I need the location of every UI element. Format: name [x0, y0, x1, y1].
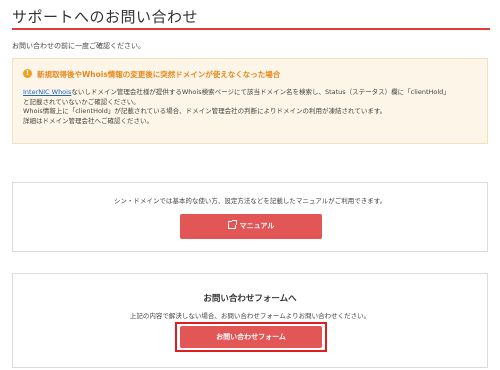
- internic-whois-link[interactable]: InterNIC Whois: [23, 88, 71, 96]
- manual-button[interactable]: マニュアル: [180, 214, 322, 239]
- inquiry-heading: お問い合わせフォームへ: [203, 294, 297, 304]
- exclamation-icon: !: [23, 69, 32, 78]
- manual-description: シン・ドメインでは基本的な使い方、設定方法などを記載したマニュアルがご利用できま…: [113, 197, 387, 205]
- notice-line-1-text: ないしドメイン管理会社様が提供するWhois検索ページにて該当ドメイン名を検索し…: [71, 88, 450, 96]
- notice-line-1: InterNIC Whoisないしドメイン管理会社様が提供するWhois検索ペー…: [23, 88, 483, 98]
- manual-card: シン・ドメインでは基本的な使い方、設定方法などを記載したマニュアルがご利用できま…: [12, 182, 488, 252]
- inquiry-form-button[interactable]: お問い合わせフォーム: [180, 326, 322, 348]
- page-title: サポートへのお問い合わせ: [12, 8, 199, 26]
- inquiry-card: お問い合わせフォームへ 上記の内容で解決しない場合、お問い合わせフォームよりお問…: [12, 273, 488, 368]
- notice-line-3: Whois情報上に「clientHold」が記載されている場合、ドメイン管理会社…: [23, 107, 387, 115]
- notice-line-4: 詳細はドメイン管理会社へご確認ください。: [23, 116, 153, 125]
- external-link-icon: [227, 220, 237, 229]
- notice-body: InterNIC Whoisないしドメイン管理会社様が提供するWhois検索ペー…: [23, 88, 483, 126]
- notice-title: 新規取得後やWhois情報の変更後に突然ドメインが使えなくなった場合: [37, 70, 281, 79]
- inquiry-description: 上記の内容で解決しない場合、お問い合わせフォームよりお問い合わせください。: [129, 312, 371, 320]
- manual-button-label: マニュアル: [239, 222, 275, 230]
- notice-line-2: と記載されていないかご確認ください。: [23, 97, 140, 106]
- notice-box: ! 新規取得後やWhois情報の変更後に突然ドメインが使えなくなった場合 Int…: [12, 58, 488, 144]
- title-underline: [12, 28, 490, 30]
- intro-text: お問い合わせの前に一度ご確認ください。: [12, 42, 145, 50]
